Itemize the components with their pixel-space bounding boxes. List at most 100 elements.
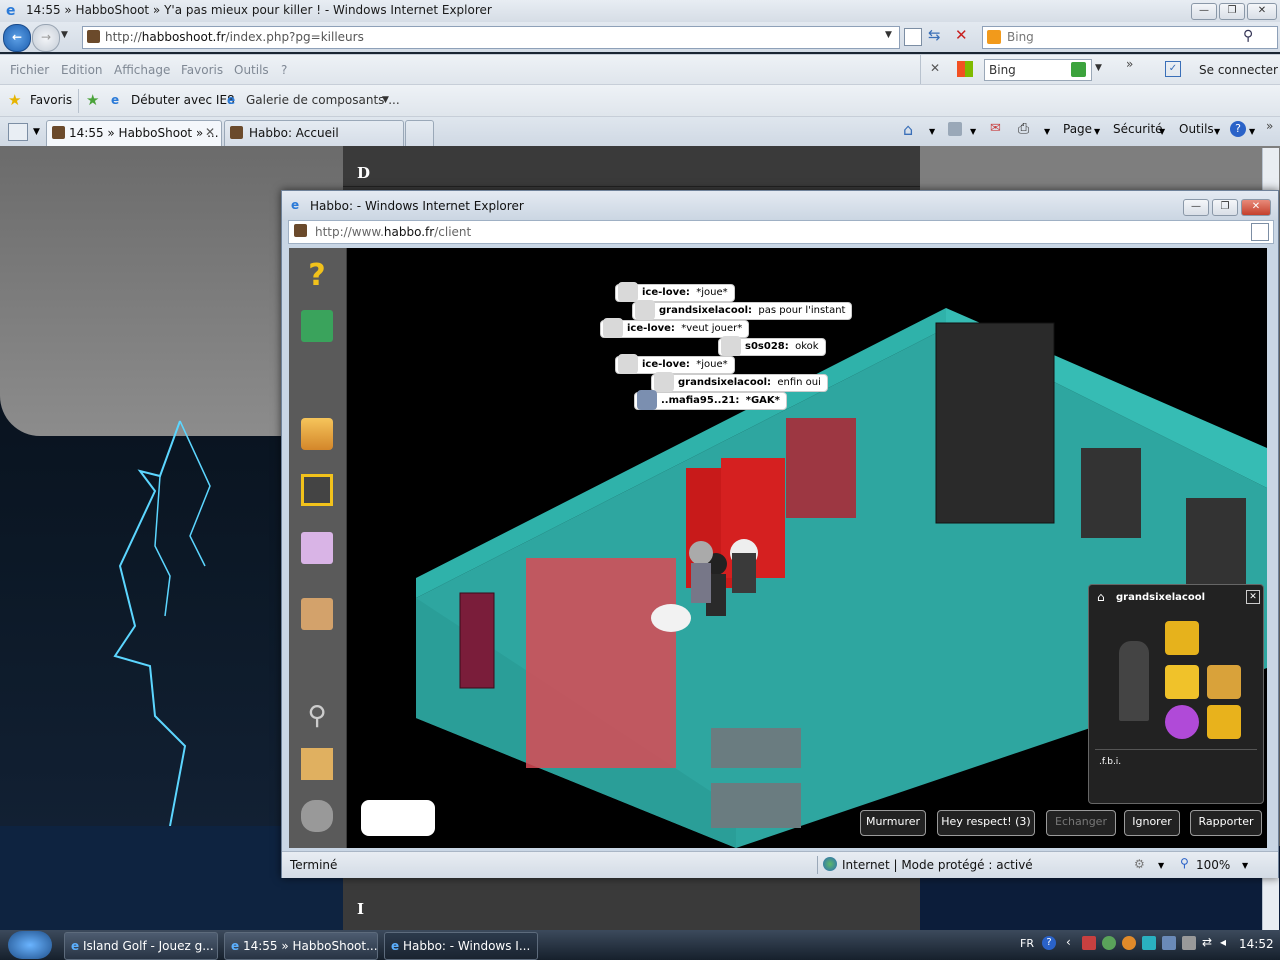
tray-app-icon[interactable] bbox=[1082, 936, 1096, 950]
menu-help[interactable]: ? bbox=[281, 63, 287, 77]
compatibility-icon[interactable] bbox=[904, 28, 922, 46]
toolbar-search-dropdown-icon[interactable]: ▼ bbox=[1095, 63, 1102, 73]
home-icon[interactable]: ⌂ bbox=[903, 120, 913, 139]
taskbar-item-habbo[interactable]: e Habbo: - Windows I... bbox=[384, 932, 538, 960]
taskbar-item-habboshoot[interactable]: e 14:55 » HabboShoot... bbox=[224, 932, 378, 960]
zoom-icon[interactable]: ⚲ bbox=[1180, 856, 1189, 870]
volume-icon[interactable]: ◂ bbox=[1220, 935, 1226, 949]
popup-close-button[interactable]: ✕ bbox=[1241, 199, 1271, 216]
home-icon[interactable]: ⌂ bbox=[1097, 590, 1105, 604]
tray-app-icon[interactable] bbox=[1162, 936, 1176, 950]
report-button[interactable]: Rapporter bbox=[1190, 810, 1262, 836]
address-dropdown-icon[interactable]: ▼ bbox=[885, 30, 892, 40]
rss-feed-icon[interactable] bbox=[948, 122, 962, 136]
profile-motto: .f.b.i. bbox=[1099, 757, 1122, 767]
menu-affichage[interactable]: Affichage bbox=[114, 63, 170, 77]
tab-habboshoot[interactable]: 14:55 » HabboShoot » ... ✕ bbox=[46, 120, 222, 146]
search-placeholder: Bing bbox=[1007, 30, 1034, 44]
tray-app-icon[interactable] bbox=[1122, 936, 1136, 950]
chat-bubble: s0s028: okok bbox=[718, 336, 826, 356]
page-menu[interactable]: Page bbox=[1063, 122, 1092, 136]
print-icon[interactable]: ⎙ bbox=[1018, 121, 1029, 137]
user-info-panel: ⌂ grandsixelacool ✕ .f.b.i. bbox=[1088, 584, 1264, 804]
tray-app-icon[interactable] bbox=[1102, 936, 1116, 950]
stop-icon[interactable]: ✕ bbox=[955, 26, 968, 44]
taskbar: e Island Golf - Jouez g... e 14:55 » Hab… bbox=[0, 930, 1280, 960]
trade-button[interactable]: Echanger bbox=[1046, 810, 1116, 836]
history-dropdown-icon[interactable]: ▼ bbox=[61, 30, 68, 40]
menu-favoris[interactable]: Favoris bbox=[181, 63, 223, 77]
help-icon[interactable]: ? bbox=[1042, 936, 1056, 950]
toolbar-search-input[interactable]: Bing bbox=[984, 59, 1092, 81]
habbo-client: ? ⚲ ice-love: *joue* grandsixelacool: pa… bbox=[289, 248, 1267, 848]
tools-menu[interactable]: Outils bbox=[1179, 122, 1214, 136]
tab-close-icon[interactable]: ✕ bbox=[205, 125, 215, 139]
new-tab-button[interactable] bbox=[405, 120, 434, 146]
ignore-button[interactable]: Ignorer bbox=[1124, 810, 1180, 836]
toolbar-search-go-icon[interactable] bbox=[1071, 62, 1086, 77]
page-dropdown-icon[interactable]: ▼ bbox=[1094, 127, 1100, 136]
command-overflow-icon[interactable]: » bbox=[1266, 119, 1273, 133]
search-icon[interactable]: ⚲ bbox=[1243, 28, 1253, 44]
quick-tabs-icon[interactable] bbox=[8, 123, 28, 141]
taskbar-item-island-golf[interactable]: e Island Golf - Jouez g... bbox=[64, 932, 218, 960]
tab-habbo-accueil[interactable]: Habbo: Accueil bbox=[224, 120, 404, 146]
mail-icon[interactable]: ✉ bbox=[990, 121, 1001, 136]
security-menu[interactable]: Sécurité bbox=[1113, 122, 1163, 136]
close-button[interactable]: ✕ bbox=[1247, 3, 1277, 20]
search-input[interactable]: Bing ⚲ bbox=[982, 26, 1278, 49]
whisper-button[interactable]: Murmurer bbox=[860, 810, 926, 836]
favorites-star-icon: ★ bbox=[8, 91, 22, 109]
refresh-icon[interactable]: ⇆ bbox=[928, 26, 941, 44]
galerie-dropdown-icon[interactable]: ▼ bbox=[382, 95, 389, 105]
tab-list-dropdown-icon[interactable]: ▼ bbox=[33, 127, 40, 137]
print-dropdown-icon[interactable]: ▼ bbox=[1044, 127, 1050, 136]
avatar-icon bbox=[635, 300, 655, 320]
popup-minimize-button[interactable]: — bbox=[1183, 199, 1209, 216]
minimize-button[interactable]: — bbox=[1191, 3, 1217, 20]
menu-edition[interactable]: Edition bbox=[61, 63, 103, 77]
forward-button[interactable]: → bbox=[32, 24, 60, 52]
add-favorite-icon[interactable]: ★ bbox=[86, 91, 99, 109]
start-button[interactable] bbox=[8, 931, 52, 959]
close-icon[interactable]: ✕ bbox=[1246, 590, 1260, 604]
profile-username: grandsixelacool bbox=[1116, 592, 1205, 603]
ie-logo-icon: e bbox=[6, 3, 16, 19]
protected-dropdown-icon[interactable]: ▼ bbox=[1158, 861, 1164, 870]
avatar bbox=[1119, 641, 1149, 721]
ie-page-icon: e bbox=[227, 93, 236, 107]
zoom-level[interactable]: 100% bbox=[1196, 858, 1230, 872]
chat-input[interactable] bbox=[361, 800, 435, 836]
menu-outils[interactable]: Outils bbox=[234, 63, 269, 77]
maximize-button[interactable]: ❐ bbox=[1219, 3, 1245, 20]
compatibility-icon[interactable] bbox=[1251, 223, 1269, 241]
tray-arrow-icon[interactable]: ‹ bbox=[1066, 935, 1071, 949]
tray-app-icon[interactable] bbox=[1182, 936, 1196, 950]
favorites-button[interactable]: Favoris bbox=[30, 93, 72, 107]
ie-logo-icon: e bbox=[291, 198, 300, 212]
network-icon[interactable]: ⇄ bbox=[1202, 935, 1212, 949]
back-button[interactable]: ← bbox=[3, 24, 31, 52]
menu-fichier[interactable]: Fichier bbox=[10, 63, 49, 77]
clock[interactable]: 14:52 bbox=[1239, 937, 1274, 951]
protected-mode-icon[interactable]: ⚙ bbox=[1134, 857, 1145, 871]
toolbar-overflow-icon[interactable]: » bbox=[1126, 57, 1133, 71]
tray-app-icon[interactable] bbox=[1142, 936, 1156, 950]
zoom-dropdown-icon[interactable]: ▼ bbox=[1242, 861, 1248, 870]
home-dropdown-icon[interactable]: ▼ bbox=[929, 127, 935, 136]
help-dropdown-icon[interactable]: ▼ bbox=[1249, 127, 1255, 136]
language-indicator[interactable]: FR bbox=[1020, 937, 1034, 950]
popup-maximize-button[interactable]: ❐ bbox=[1212, 199, 1238, 216]
tools-dropdown-icon[interactable]: ▼ bbox=[1214, 127, 1220, 136]
toolbar-close-icon[interactable]: ✕ bbox=[930, 61, 940, 75]
security-dropdown-icon[interactable]: ▼ bbox=[1159, 127, 1165, 136]
fav-link-debuter[interactable]: Débuter avec IE8 bbox=[131, 93, 235, 107]
rss-dropdown-icon[interactable]: ▼ bbox=[970, 127, 976, 136]
fav-link-galerie[interactable]: Galerie de composants ... bbox=[246, 93, 400, 107]
help-icon[interactable]: ? bbox=[1230, 121, 1246, 137]
connect-link[interactable]: Se connecter bbox=[1199, 63, 1278, 77]
respect-button[interactable]: Hey respect! (3) bbox=[937, 810, 1035, 836]
address-bar[interactable]: http://habboshoot.fr/index.php?pg=killeu… bbox=[82, 26, 900, 49]
outer-window-title: 14:55 » HabboShoot » Y'a pas mieux pour … bbox=[26, 3, 492, 17]
site-favicon-icon bbox=[294, 224, 307, 237]
